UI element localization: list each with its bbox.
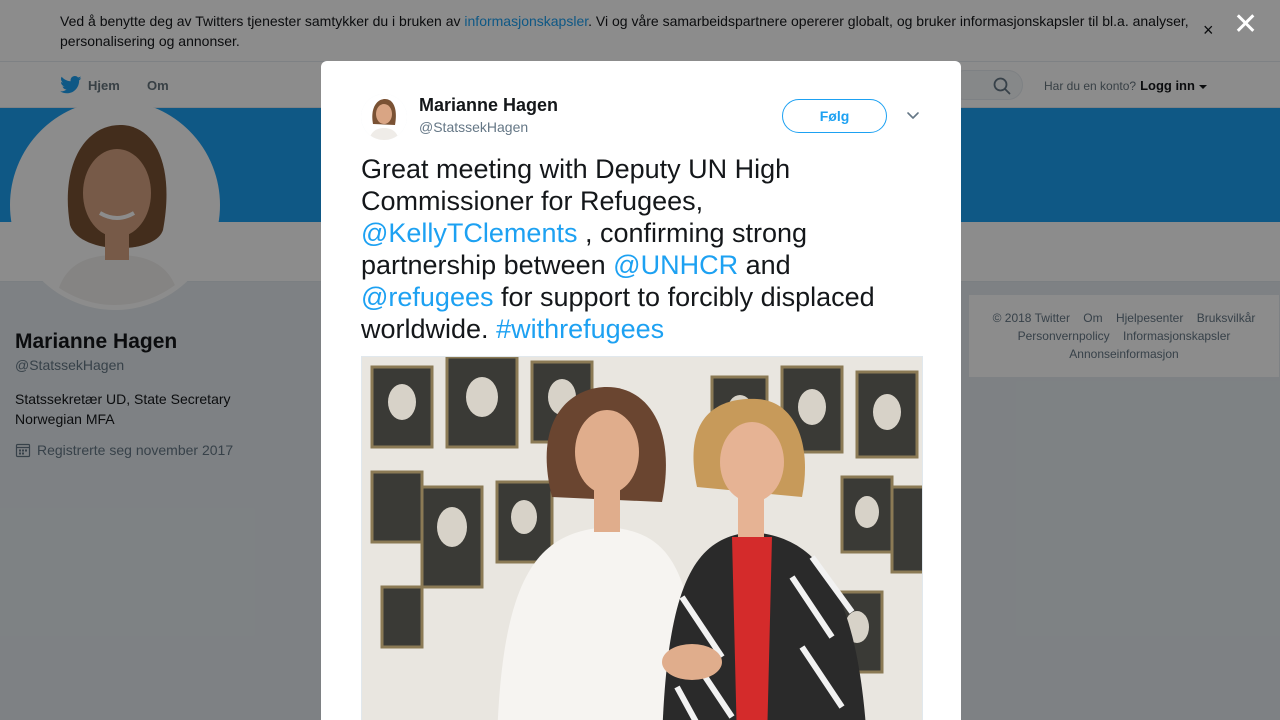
- mention-link-kellytclements[interactable]: @KellyTClements: [361, 218, 577, 248]
- hashtag-link-withrefugees[interactable]: #withrefugees: [496, 314, 664, 344]
- chevron-down-icon[interactable]: [905, 107, 921, 123]
- tweet-author-name[interactable]: Marianne Hagen: [419, 95, 558, 116]
- tweet-text: Great meeting with Deputy UN High Commis…: [361, 154, 875, 344]
- tweet-author-avatar[interactable]: [361, 94, 407, 140]
- tweet-modal: Marianne Hagen @StatssekHagen Følg Great…: [321, 61, 961, 720]
- close-icon[interactable]: ✕: [1233, 10, 1258, 40]
- tweet-photo-image: [362, 357, 922, 720]
- tweet-photo[interactable]: [361, 356, 923, 720]
- tweet-author-handle[interactable]: @StatssekHagen: [419, 119, 528, 135]
- mention-link-unhcr[interactable]: @UNHCR: [613, 250, 738, 280]
- author-photo: [361, 94, 407, 140]
- mention-link-refugees[interactable]: @refugees: [361, 282, 493, 312]
- follow-button[interactable]: Følg: [782, 99, 887, 133]
